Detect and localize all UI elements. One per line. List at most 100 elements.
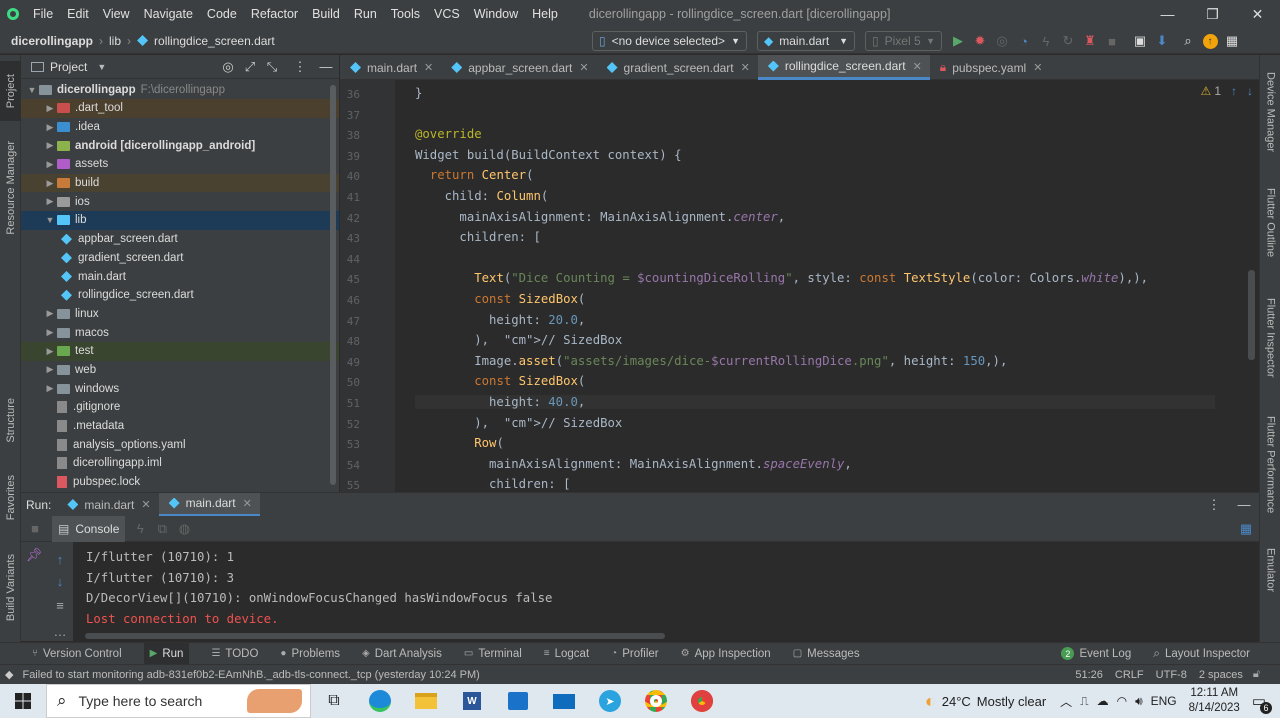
- emulator-tab[interactable]: Emulator: [1260, 540, 1280, 600]
- chevron-right-icon[interactable]: ▶: [43, 103, 57, 114]
- windows-start-icon[interactable]: [0, 684, 46, 718]
- build-variants-tab[interactable]: Build Variants: [0, 545, 21, 630]
- tool-terminal[interactable]: ▭ Terminal: [464, 648, 522, 660]
- code-line[interactable]: ), "cm">// SizedBox: [415, 416, 622, 430]
- gemini-icon[interactable]: ▦: [1221, 30, 1243, 52]
- tree-item[interactable]: .gitignore: [21, 398, 339, 417]
- search-icon[interactable]: ⌕: [1177, 30, 1199, 52]
- tab-gradient-screen[interactable]: gradient_screen.dart ✕: [597, 55, 758, 80]
- layout-inspector-button[interactable]: Layout Inspector: [1165, 648, 1250, 660]
- console-hscrollbar[interactable]: [85, 633, 665, 639]
- code-line[interactable]: child: Column(: [415, 189, 549, 203]
- debug-icon[interactable]: ✹: [969, 30, 991, 52]
- tool-version-control[interactable]: ⑂ Version Control: [32, 648, 122, 660]
- hide-panel-icon[interactable]: —: [315, 56, 337, 78]
- code-line[interactable]: @override: [415, 127, 482, 141]
- tree-item[interactable]: .metadata: [21, 417, 339, 436]
- tool-dart-analysis[interactable]: ◈ Dart Analysis: [362, 648, 442, 660]
- menu-tools[interactable]: Tools: [384, 7, 427, 21]
- chevron-down-icon[interactable]: ▼: [43, 215, 57, 225]
- minimize-icon[interactable]: —: [1145, 0, 1190, 28]
- device-manager-icon[interactable]: ▣: [1129, 30, 1151, 52]
- layout-icon[interactable]: ▦: [1235, 518, 1257, 540]
- code-line[interactable]: mainAxisAlignment: MainAxisAlignment.cen…: [415, 210, 785, 224]
- project-view-selector[interactable]: Project: [50, 60, 87, 74]
- chevron-right-icon[interactable]: ▶: [43, 196, 57, 207]
- tree-item[interactable]: analysis_options.yaml: [21, 435, 339, 454]
- hot-reload-icon[interactable]: ϟ: [129, 518, 151, 540]
- tool-todo[interactable]: ☰ TODO: [211, 648, 258, 660]
- tree-item[interactable]: ▶ macos: [21, 323, 339, 342]
- resource-manager-tab[interactable]: Resource Manager: [0, 133, 21, 243]
- tree-item[interactable]: ▶ android [dicerollingapp_android]: [21, 136, 339, 155]
- status-message[interactable]: Failed to start monitoring adb-831ef0b2-…: [22, 669, 479, 681]
- file-encoding[interactable]: UTF-8: [1156, 669, 1187, 681]
- code-line[interactable]: children: [: [415, 477, 570, 491]
- code-line[interactable]: children: [: [415, 230, 540, 244]
- edge-icon[interactable]: [357, 684, 403, 718]
- tree-item[interactable]: ▶ .idea: [21, 118, 339, 137]
- chrome-profile-icon[interactable]: [679, 684, 725, 718]
- menu-navigate[interactable]: Navigate: [137, 7, 200, 21]
- wifi-icon[interactable]: ◠: [1117, 694, 1127, 708]
- chevron-right-icon[interactable]: ▶: [43, 383, 57, 394]
- more-icon[interactable]: …: [49, 620, 71, 642]
- editor-scrollbar[interactable]: [1248, 270, 1255, 360]
- code-line[interactable]: Row(: [415, 436, 504, 450]
- code-line[interactable]: height: 20.0,: [415, 313, 585, 327]
- code-line[interactable]: ), "cm">// SizedBox: [415, 333, 622, 347]
- code-line[interactable]: }: [415, 86, 422, 100]
- file-explorer-icon[interactable]: [403, 684, 449, 718]
- menu-window[interactable]: Window: [467, 7, 525, 21]
- menu-build[interactable]: Build: [305, 7, 347, 21]
- inspection-widget[interactable]: ⚠ 1 ↑ ↓: [1201, 84, 1253, 98]
- chevron-down-icon[interactable]: ▼: [25, 85, 39, 95]
- lock-icon[interactable]: 🔓︎: [1253, 668, 1260, 681]
- breadcrumb-project[interactable]: dicerollingapp: [11, 34, 93, 48]
- menu-refactor[interactable]: Refactor: [244, 7, 305, 21]
- tab-main-dart[interactable]: main.dart ✕: [340, 55, 441, 80]
- breadcrumb-folder[interactable]: lib: [109, 34, 121, 48]
- chevron-up-icon[interactable]: ︿: [1060, 693, 1072, 710]
- options-icon[interactable]: ⋮: [1203, 494, 1225, 516]
- code-line[interactable]: const SizedBox(: [415, 374, 585, 388]
- task-view-icon[interactable]: ⧉: [311, 684, 357, 718]
- emulator-selector[interactable]: ▯ Pixel 5 ▼: [865, 31, 942, 51]
- mail-icon[interactable]: [541, 684, 587, 718]
- hot-restart-icon[interactable]: ↻: [1057, 30, 1079, 52]
- arrow-up-icon[interactable]: ↑: [1231, 84, 1237, 98]
- profile-icon[interactable]: ◔: [1013, 30, 1035, 52]
- tool-logcat[interactable]: ≡ Logcat: [544, 648, 589, 660]
- console-tab[interactable]: ▤ Console: [52, 515, 126, 542]
- device-selector[interactable]: ▯ <no device selected> ▼: [592, 31, 747, 51]
- tree-item[interactable]: rollingdice_screen.dart: [21, 286, 339, 305]
- arrow-down-icon[interactable]: ↓: [1247, 84, 1253, 98]
- indent-setting[interactable]: 2 spaces: [1199, 669, 1243, 681]
- arrow-up-icon[interactable]: ↑: [49, 548, 71, 570]
- device-manager-tab[interactable]: Device Manager: [1260, 65, 1280, 160]
- project-tool-tab[interactable]: Project: [0, 61, 21, 121]
- run-config-selector[interactable]: ◆ main.dart ▼: [757, 31, 855, 51]
- cloud-icon[interactable]: ☁: [1097, 694, 1109, 708]
- open-devtools-icon[interactable]: ⧉: [151, 518, 173, 540]
- run-tab-main-2[interactable]: main.dart ✕: [158, 492, 260, 517]
- menu-view[interactable]: View: [96, 7, 137, 21]
- hide-panel-icon[interactable]: —: [1233, 494, 1255, 516]
- menu-vcs[interactable]: VCS: [427, 7, 467, 21]
- tree-item[interactable]: ▶ .dart_tool: [21, 99, 339, 118]
- menu-run[interactable]: Run: [347, 7, 384, 21]
- tree-item[interactable]: ▶ assets: [21, 155, 339, 174]
- menu-help[interactable]: Help: [525, 7, 565, 21]
- expand-all-icon[interactable]: ⤢: [239, 56, 261, 78]
- arrow-down-icon[interactable]: ↓: [49, 570, 71, 592]
- code-line[interactable]: height: 40.0,: [415, 395, 1215, 409]
- run-icon[interactable]: ▶: [947, 30, 969, 52]
- code-line[interactable]: return Center(: [415, 168, 534, 182]
- run-tab-main-1[interactable]: main.dart ✕: [57, 493, 158, 517]
- code-line[interactable]: mainAxisAlignment: MainAxisAlignment.spa…: [415, 457, 852, 471]
- tool-profiler[interactable]: ◔ Profiler: [611, 648, 658, 660]
- chevron-right-icon[interactable]: ▶: [43, 178, 57, 189]
- project-scrollbar[interactable]: [330, 85, 336, 485]
- menu-edit[interactable]: Edit: [60, 7, 96, 21]
- flutter-outline-tab[interactable]: Flutter Outline: [1260, 180, 1280, 265]
